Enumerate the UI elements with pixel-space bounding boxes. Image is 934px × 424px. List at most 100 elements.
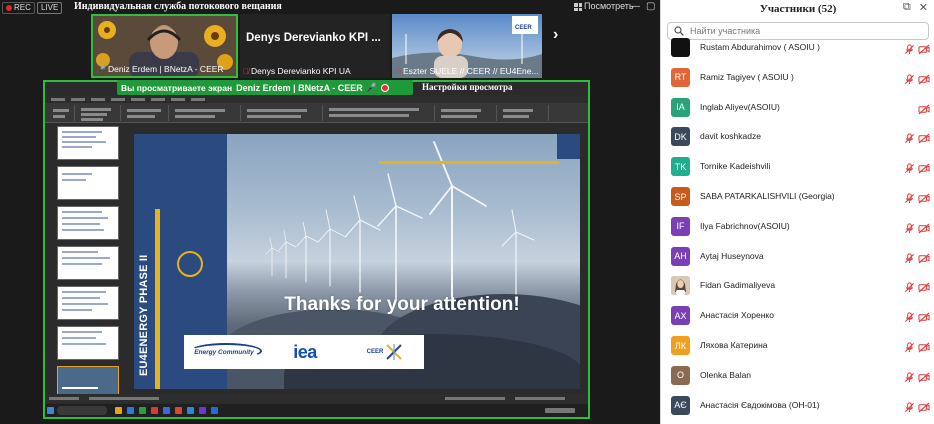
participant-row[interactable]: Rustam Abdurahimov ( ASOIU ) [661,33,934,63]
video-tile-eszter[interactable]: CEER 🎙̸ Eszter SUELE // CEER // EU4Ene..… [392,14,542,78]
camera-off-icon [918,191,930,209]
ceer-logo: CEER [346,343,424,361]
ppt-ribbon [45,103,588,123]
participant-row[interactable]: АЄ Анастасія Євдокімова (ОН-01) [661,391,934,421]
mic-muted-icon [904,72,915,90]
camera-off-icon [918,72,930,90]
zoom-window: REC LIVE Индивидуальная служба потоковог… [0,0,934,424]
slide-headline: Thanks for your attention! [284,294,520,315]
avatar: АХ [671,306,690,326]
avatar: IF [671,216,690,236]
participant-name: Aytaj Huseynova [700,250,764,261]
recording-badge[interactable]: REC [2,2,35,14]
slide-thumbnail[interactable] [57,166,119,200]
next-page-chevron-icon[interactable]: › [553,26,558,44]
avatar: ЛК [671,336,690,355]
mic-icon: 🎤 [96,64,106,74]
camera-off-icon [918,102,930,120]
participant-row[interactable]: IF Ilya Fabrichnov(ASOIU) [661,212,934,242]
partner-logos: Energy Community iea CEER [184,335,424,369]
avatar: AH [671,246,690,266]
current-slide: EU4ENERGY PHASE II Thanks for your atten… [134,134,580,389]
slide-thumbnail[interactable] [57,206,119,240]
mic-muted-icon [904,400,915,418]
blue-accent-square [557,134,580,159]
participant-row[interactable]: ЛК Ляхова Катерина [661,331,934,361]
pop-out-icon[interactable]: ⧉ [903,1,911,14]
video-tile-denys[interactable]: Denys Derevianko KPI ... 🎙̸ Denys Derevi… [240,14,390,78]
slide-thumbnail[interactable] [57,126,119,160]
avatar: O [671,365,690,385]
participant-row[interactable]: RT Ramiz Tagiyev ( ASOIU ) [661,63,934,93]
meeting-area: REC LIVE Индивидуальная служба потоковог… [0,0,660,424]
mic-muted-icon [904,310,915,328]
recording-label: REC [14,3,31,12]
camera-off-icon [918,42,930,60]
close-icon[interactable]: ✕ [919,1,928,14]
energy-community-logo: Energy Community [184,335,264,369]
share-presenter-name: Deniz Erdem | BNetzA - CEER [236,82,363,93]
participant-row[interactable]: O Olenka Balan [661,361,934,391]
participant-row[interactable]: Fidan Gadimaliyeva [661,271,934,301]
slide-thumbnail-active[interactable] [57,366,119,396]
view-options-button[interactable]: Настройки просмотра [422,82,512,92]
stream-title: Индивидуальная служба потокового вещания [74,1,282,12]
avatar: IA [671,97,690,117]
camera-off-icon [918,161,930,179]
participant-name: Fidan Gadimaliyeva [700,280,776,291]
record-indicator-icon[interactable] [380,83,389,92]
gold-accent-ring [177,251,203,277]
windows-taskbar [45,404,588,417]
gold-accent-line [379,161,559,164]
minimize-icon[interactable]: — [630,1,640,12]
participant-row[interactable]: TK Tornike Kadeishvili [661,152,934,182]
participant-row[interactable]: DK davit koshkadze [661,122,934,152]
maximize-icon[interactable]: ▢ [646,1,655,12]
gallery-grid-icon[interactable] [574,3,582,11]
tile-name-deniz: 🎤 Deniz Erdem | BNetzA - CEER [96,64,224,74]
avatar: DK [671,127,690,147]
mic-muted-icon: 🎙̸ [243,66,249,76]
iea-logo: iea [293,341,317,362]
participant-name: Анастасія Євдокімова (ОН-01) [700,399,820,410]
ceer-star-icon [386,344,403,360]
participant-name: SABA PATARKALISHVILI (Georgia) [700,191,835,201]
mic-icon: 🎤 [366,83,377,92]
slide-thumbnail[interactable] [57,286,119,320]
participants-title: Участники (52) [759,3,837,15]
video-tile-deniz[interactable]: 🎤 Deniz Erdem | BNetzA - CEER [91,14,238,78]
participant-row[interactable]: SP SABA PATARKALISHVILI (Georgia) [661,182,934,212]
participant-name: davit koshkadze [700,131,761,142]
share-banner-text: Вы просматриваете экран [121,82,233,93]
camera-off-icon [918,131,930,149]
slide-thumbnail[interactable] [57,326,119,360]
slide-thumbnail[interactable] [57,246,119,280]
gold-accent-bar [155,209,160,389]
participant-row[interactable]: IA Inglab Aliyev(ASOIU) [661,93,934,123]
camera-off-icon [918,221,930,239]
tile-name-eszter: 🎙̸ Eszter SUELE // CEER // EU4Ene... [395,66,539,76]
participant-name: Olenka Balan [700,369,752,380]
participant-name: Inglab Aliyev(ASOIU) [700,101,780,112]
participants-list: Rustam Abdurahimov ( ASOIU ) RT Ramiz Tagi… [661,38,934,424]
mic-muted-icon: 🎙̸ [395,66,401,76]
screen-share-banner: Вы просматриваете экран Deniz Erdem | BN… [117,80,413,95]
participant-name: Tornike Kadeishvili [700,161,771,172]
live-badge[interactable]: LIVE [37,2,63,14]
view-button[interactable]: Посмотреть [584,1,634,11]
ppt-status-bar [45,394,588,403]
participants-panel: Участники (52) ⧉ ✕ Rustam Abdurahimov ( … [660,0,934,424]
mic-muted-icon [904,221,915,239]
mic-muted-icon [904,280,915,298]
camera-off-icon [918,280,930,298]
avatar [671,276,690,296]
participant-row[interactable]: АХ Анастасія Хоренко [661,301,934,331]
shared-screen[interactable]: EU4ENERGY PHASE II Thanks for your atten… [43,80,590,419]
ppt-menu-bar [45,95,588,103]
taskbar-search [57,406,107,415]
svg-text:CEER: CEER [515,25,532,31]
avatar: RT [671,67,690,87]
mic-muted-icon [904,131,915,149]
participant-name: Ляхова Катерина [700,340,768,350]
participant-row[interactable]: AH Aytaj Huseynova [661,242,934,272]
